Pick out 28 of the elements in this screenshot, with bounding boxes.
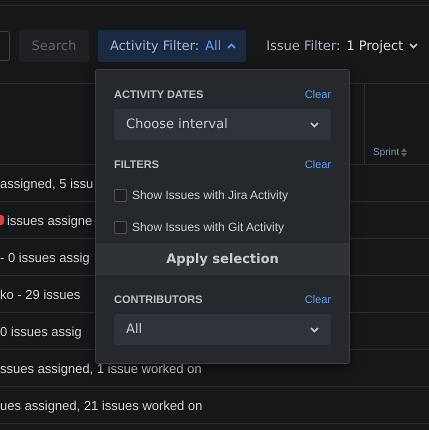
chevron-icon <box>310 122 319 128</box>
chevron-icon <box>310 326 319 332</box>
activity-filter-button[interactable]: Activity Filter: All <box>98 30 246 62</box>
row-text: issues assigne <box>7 212 92 228</box>
row-text: ssues assigned, 1 issue worked on <box>0 360 202 376</box>
row-text: ko - 29 issues <box>0 286 80 302</box>
checkbox[interactable] <box>114 188 127 202</box>
select-field[interactable]: All <box>114 314 331 345</box>
clear-link[interactable]: Clear <box>304 89 331 101</box>
sort-icon <box>401 148 408 157</box>
select-field[interactable]: Choose interval <box>114 109 331 140</box>
issue-filter-button[interactable]: Issue Filter: 1 Project <box>266 30 418 62</box>
chevron-icon <box>227 43 236 49</box>
section-title: CONTRIBUTORS <box>114 294 202 306</box>
row-text: assigned, 5 issu <box>0 176 94 190</box>
section-title: FILTERS <box>114 159 160 171</box>
row-text: 0 issues assig <box>0 324 82 338</box>
chevron-icon <box>409 43 418 49</box>
column-header[interactable]: Sprint <box>373 147 408 158</box>
checkbox-option[interactable]: Show Issues with Jira Activity <box>114 179 331 211</box>
row-text: ues assigned, 21 issues worked on <box>0 398 202 412</box>
clear-link[interactable]: Clear <box>304 159 331 171</box>
clear-link[interactable]: Clear <box>304 294 331 306</box>
checkbox[interactable] <box>114 220 127 234</box>
section-title: ACTIVITY DATES <box>114 89 204 101</box>
checkbox-option[interactable]: Show Issues with Git Activity <box>114 211 331 243</box>
row-text: - 0 issues assig <box>0 250 90 264</box>
apply-button[interactable]: Apply selection <box>96 243 349 275</box>
